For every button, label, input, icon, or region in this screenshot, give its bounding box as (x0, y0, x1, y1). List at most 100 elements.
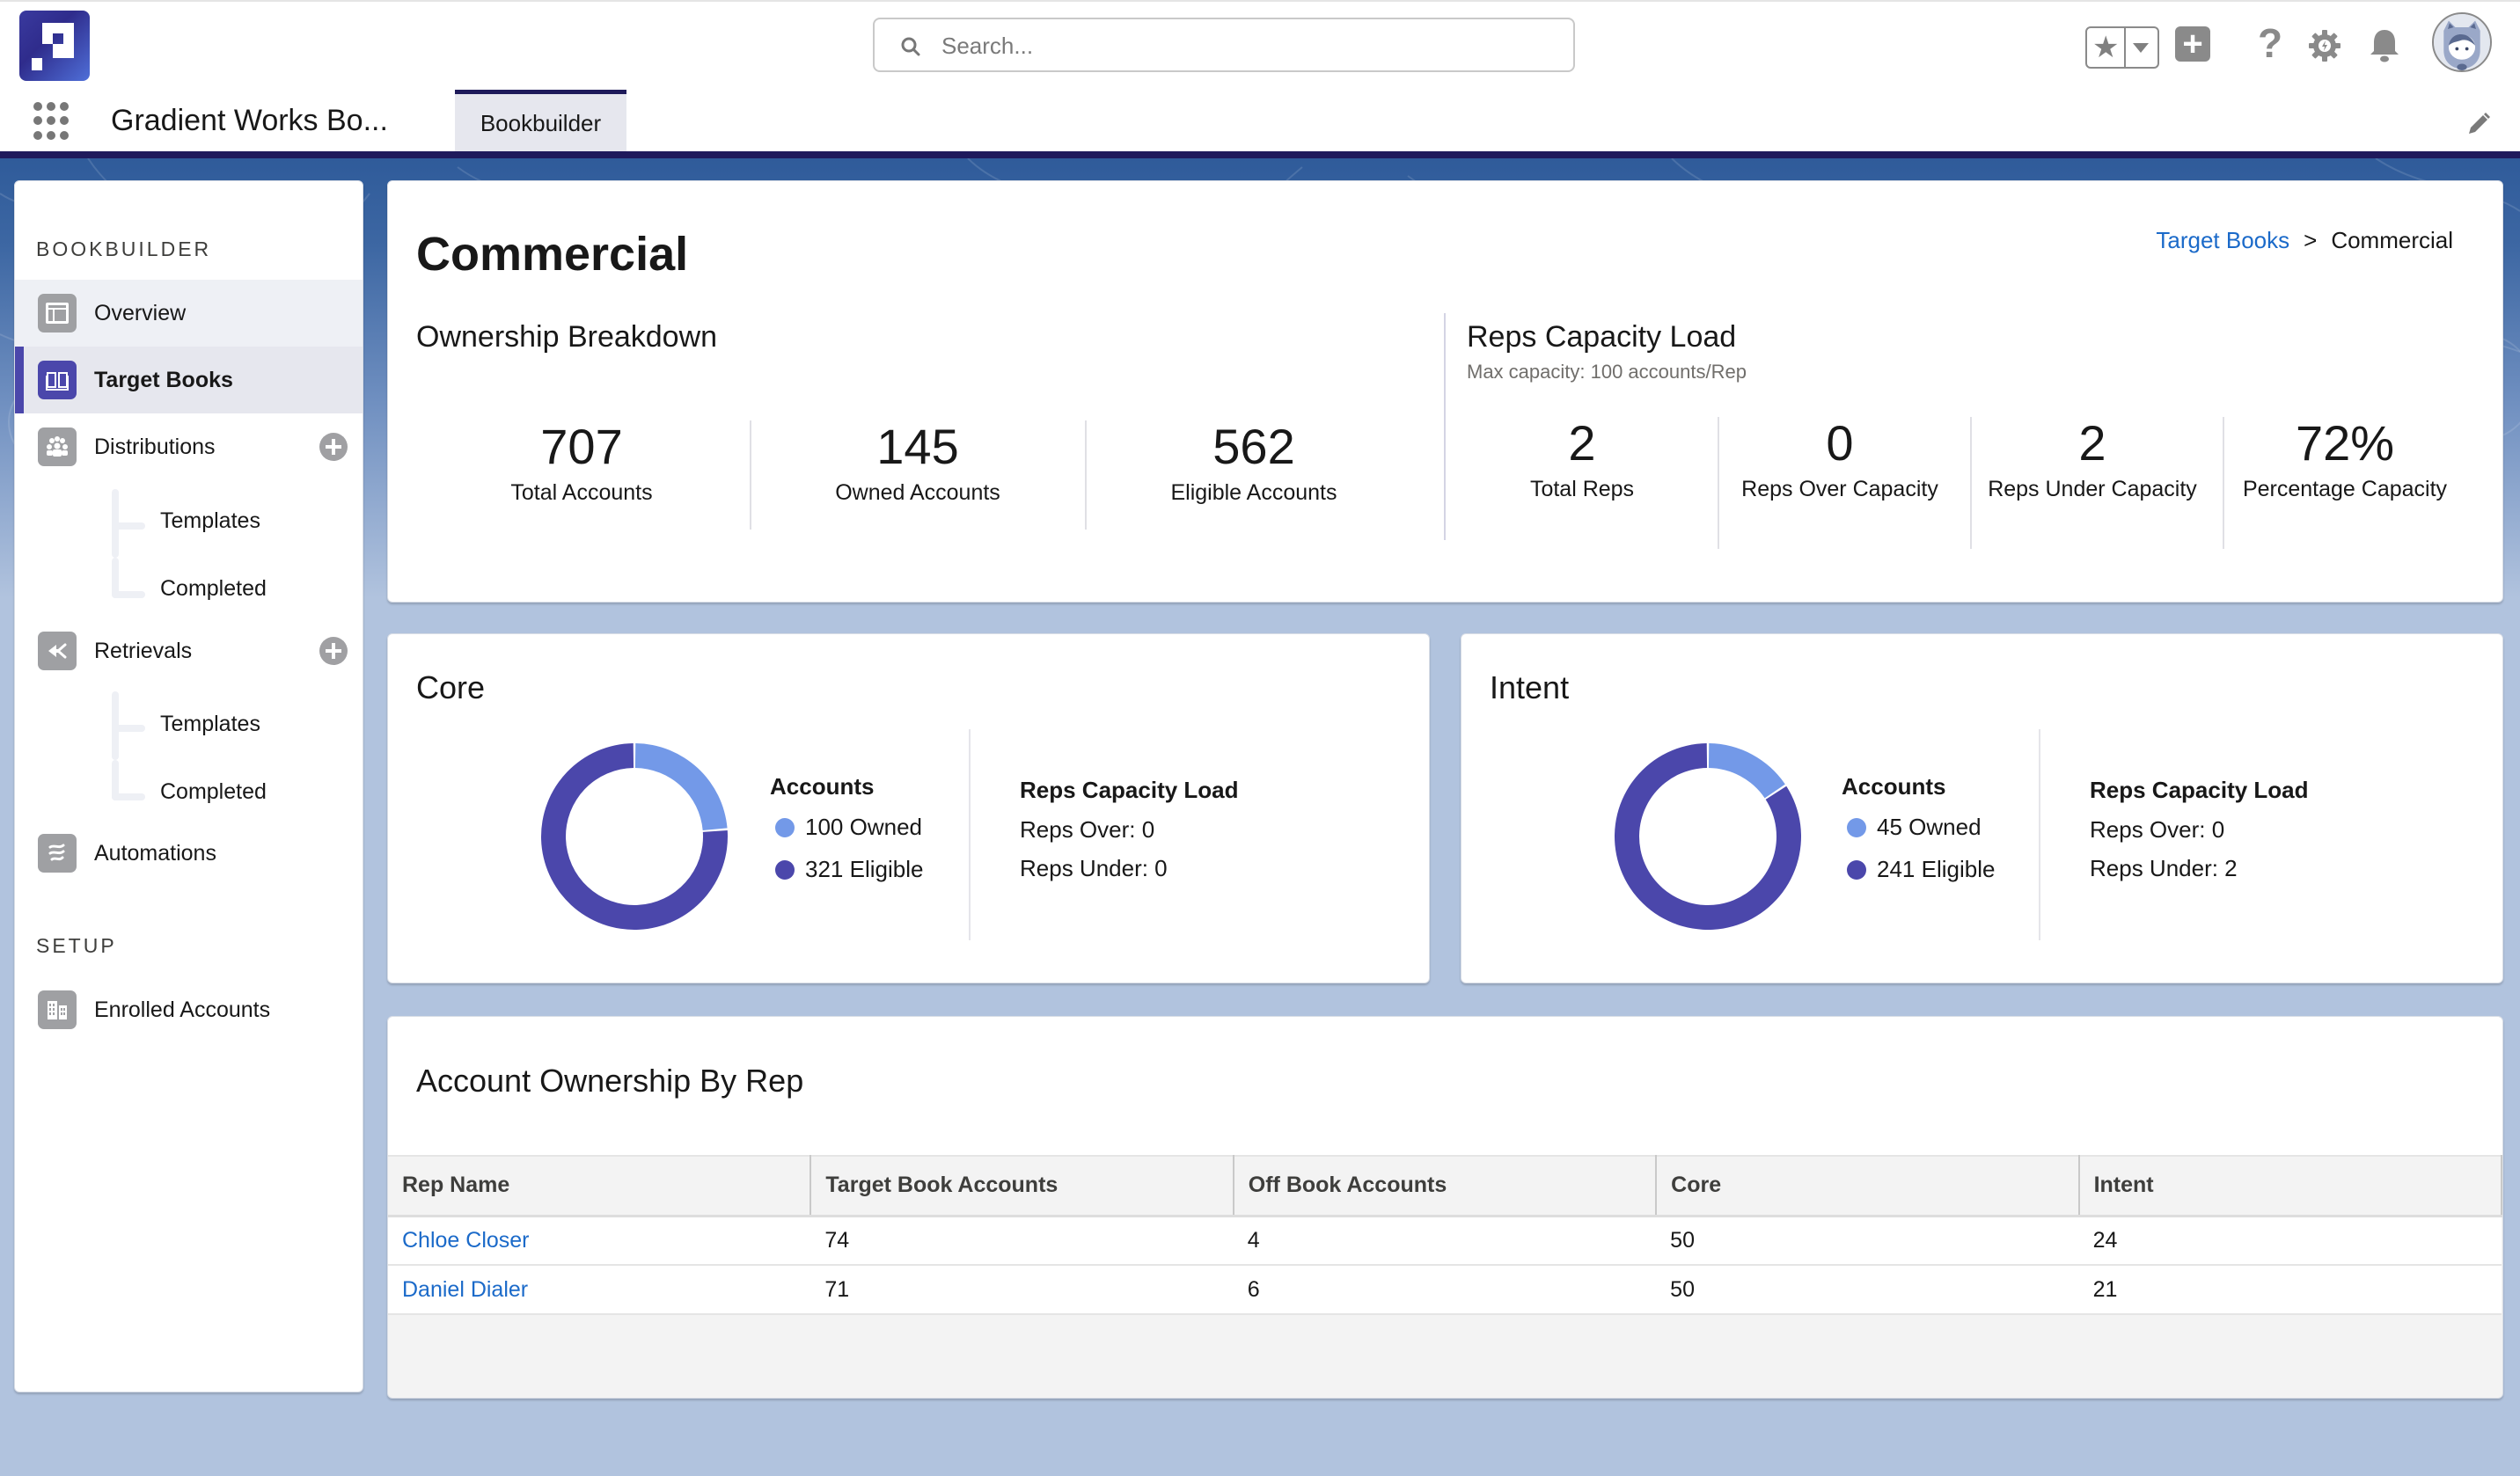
buildings-icon (38, 990, 77, 1029)
favorites-divider (2124, 28, 2126, 67)
cell-intent: 21 (2078, 1265, 2502, 1315)
help-icon[interactable]: ? (2253, 20, 2288, 66)
table-header-row: Rep Name Target Book Accounts Off Book A… (388, 1155, 2503, 1217)
rep-link[interactable]: Chloe Closer (402, 1228, 530, 1253)
stat-label: Percentage Capacity (2242, 477, 2448, 501)
owned-dot-icon (1847, 817, 1866, 837)
sidebar-item-retrievals[interactable]: Retrievals (15, 617, 363, 684)
stat-divider (1718, 417, 1719, 549)
stat-value: 0 (1826, 415, 1854, 471)
column-header-intent[interactable]: Intent (2078, 1155, 2503, 1217)
app-name: Gradient Works Bo... (111, 104, 388, 137)
reps-over-text: Reps Over: 0 (1020, 816, 1155, 843)
account-ownership-table: Rep Name Target Book Accounts Off Book A… (388, 1155, 2503, 1315)
global-header: ★ + ? (0, 0, 2520, 153)
sidebar-section-setup: SETUP (36, 934, 117, 957)
sidebar-item-label: Enrolled Accounts (94, 997, 271, 1022)
core-donut-chart (541, 743, 728, 930)
cell-off-book-accounts: 4 (1233, 1216, 1657, 1266)
search-input[interactable] (941, 28, 1557, 63)
donut-slice-owned[interactable] (634, 743, 728, 830)
table-row: Daniel Dialer 71 6 50 21 (388, 1265, 2502, 1315)
add-distribution-icon[interactable] (319, 433, 348, 461)
stat-label: Owned Accounts (835, 480, 1000, 505)
favorites-dropdown-icon[interactable] (2133, 43, 2149, 53)
column-header-off-book-accounts[interactable]: Off Book Accounts (1233, 1155, 1658, 1217)
cell-rep-name: Chloe Closer (388, 1216, 811, 1266)
stat-total-reps: 2 Total Reps (1467, 415, 1697, 501)
sidebar-item-distributions[interactable]: Distributions (15, 413, 363, 480)
column-header-rep-name[interactable]: Rep Name (388, 1155, 812, 1217)
stat-divider (1970, 417, 1972, 549)
retrieve-arrow-icon (38, 632, 77, 670)
cell-core: 50 (1656, 1265, 2079, 1315)
cell-rep-name: Daniel Dialer (388, 1265, 811, 1315)
stat-value: 707 (540, 419, 623, 474)
setup-gear-icon[interactable] (2307, 28, 2342, 63)
stat-label: Total Accounts (510, 480, 653, 505)
stat-divider (750, 420, 751, 530)
sidebar-item-overview[interactable]: Overview (15, 280, 363, 347)
stat-value: 2 (1568, 415, 1596, 471)
stat-divider (2223, 417, 2224, 549)
search-icon (901, 37, 920, 56)
breadcrumb-target-books-link[interactable]: Target Books (2156, 227, 2289, 254)
edit-pencil-icon[interactable] (2465, 111, 2492, 137)
sidebar-item-target-books[interactable]: Target Books (15, 347, 363, 413)
rep-link[interactable]: Daniel Dialer (402, 1277, 528, 1302)
favorites-button[interactable]: ★ (2085, 26, 2159, 69)
eligible-dot-icon (1847, 859, 1866, 880)
stat-value: 562 (1212, 419, 1295, 474)
donut-slice-owned[interactable] (1708, 743, 1785, 799)
stat-total-accounts: 707 Total Accounts (441, 419, 722, 505)
column-header-target-book-accounts[interactable]: Target Book Accounts (810, 1155, 1234, 1217)
global-add-icon[interactable]: + (2175, 26, 2210, 62)
sidebar-subitem-retrieval-completed[interactable]: Completed (160, 779, 267, 805)
global-search-box[interactable] (873, 18, 1575, 72)
reps-capacity-title: Reps Capacity Load (1020, 777, 1239, 803)
reps-under-text: Reps Under: 0 (1020, 855, 1168, 881)
stat-percentage-capacity: 72% Percentage Capacity (2239, 415, 2450, 501)
add-retrieval-icon[interactable] (319, 637, 348, 665)
segment-title: Core (416, 669, 486, 705)
sidebar-item-label: Target Books (94, 367, 233, 392)
table-row: Chloe Closer 74 4 50 24 (388, 1216, 2502, 1266)
stat-label: Reps Over Capacity (1741, 477, 1938, 501)
sidebar-subitem-retrieval-templates[interactable]: Templates (160, 712, 260, 737)
favorites-star-icon[interactable]: ★ (2092, 30, 2119, 65)
sidebar-item-automations[interactable]: Automations (15, 820, 363, 887)
overview-layout-icon (38, 294, 77, 332)
legend-eligible: 321 Eligible (775, 856, 923, 883)
stat-reps-over-capacity: 0 Reps Over Capacity (1734, 415, 1945, 501)
stat-label: Eligible Accounts (1170, 480, 1337, 505)
sidebar-subitem-distribution-completed[interactable]: Completed (160, 576, 267, 602)
user-avatar[interactable] (2432, 12, 2492, 72)
sidebar-item-enrolled-accounts[interactable]: Enrolled Accounts (15, 976, 363, 1043)
reps-under-text: Reps Under: 2 (2090, 855, 2238, 881)
legend-owned: 45 Owned (1847, 814, 1982, 841)
sidebar-subitem-distribution-templates[interactable]: Templates (160, 508, 260, 534)
gradient-works-logo[interactable] (19, 11, 90, 81)
section-divider (1444, 313, 1446, 540)
sidebar-section-bookbuilder: BOOKBUILDER (36, 237, 212, 260)
column-header-core[interactable]: Core (1656, 1155, 2080, 1217)
app-launcher-icon[interactable] (33, 102, 72, 141)
legend-owned-label: 45 Owned (1877, 814, 1982, 840)
eligible-dot-icon (775, 859, 795, 880)
intent-donut-chart (1615, 743, 1801, 930)
cell-off-book-accounts: 6 (1233, 1265, 1657, 1315)
reps-capacity-title: Reps Capacity Load (2090, 777, 2309, 803)
stat-label: Total Reps (1529, 477, 1635, 501)
automation-flow-icon (38, 834, 77, 873)
cell-target-book-accounts: 71 (810, 1265, 1234, 1315)
tab-bookbuilder[interactable]: Bookbuilder (455, 90, 626, 153)
notifications-bell-icon[interactable] (2367, 26, 2402, 65)
legend-owned-label: 100 Owned (805, 814, 922, 840)
sidebar-item-label: Retrievals (94, 638, 193, 663)
card-divider (2039, 729, 2040, 940)
cell-core: 50 (1656, 1216, 2079, 1266)
tree-connector (99, 489, 145, 621)
core-segment-card: Core Accounts 100 Owned 321 Eligible Rep… (387, 633, 1430, 983)
reps-capacity-subtitle: Max capacity: 100 accounts/Rep (1467, 361, 1747, 383)
ownership-breakdown-title: Ownership Breakdown (416, 320, 718, 354)
